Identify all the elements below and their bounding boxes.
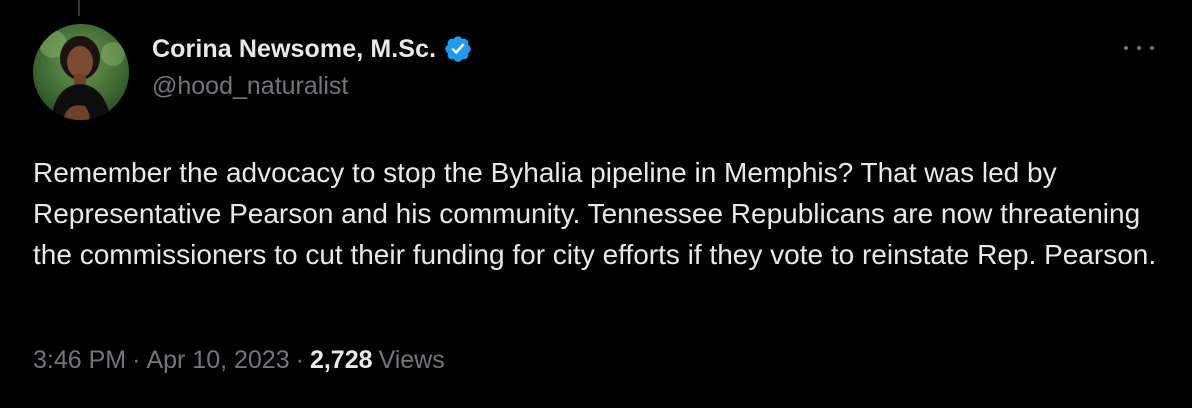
- verified-badge-icon[interactable]: [443, 34, 473, 64]
- author-display-name[interactable]: Corina Newsome, M.Sc.: [152, 35, 436, 64]
- more-dot-icon: [1124, 46, 1128, 50]
- tweet-metadata: 3:46 PM · Apr 10, 2023 · 2,728 Views: [33, 346, 445, 375]
- author-name-row: Corina Newsome, M.Sc.: [152, 30, 473, 68]
- more-options-button[interactable]: [1124, 36, 1154, 60]
- more-dot-icon: [1150, 46, 1154, 50]
- avatar-image: [33, 24, 129, 120]
- tweet-header: Corina Newsome, M.Sc. @hood_naturalist: [152, 30, 473, 101]
- more-dot-icon: [1137, 46, 1141, 50]
- separator-dot: ·: [132, 346, 141, 374]
- tweet-text: Remember the advocacy to stop the Byhali…: [33, 157, 1157, 270]
- views-label[interactable]: Views: [379, 346, 445, 375]
- thread-connector-line: [78, 0, 80, 16]
- tweet-time[interactable]: 3:46 PM: [33, 346, 126, 375]
- views-count[interactable]: 2,728: [310, 346, 373, 375]
- tweet-date[interactable]: Apr 10, 2023: [146, 346, 289, 375]
- avatar[interactable]: [33, 24, 129, 120]
- separator-dot: ·: [295, 346, 304, 374]
- author-handle[interactable]: @hood_naturalist: [152, 72, 473, 101]
